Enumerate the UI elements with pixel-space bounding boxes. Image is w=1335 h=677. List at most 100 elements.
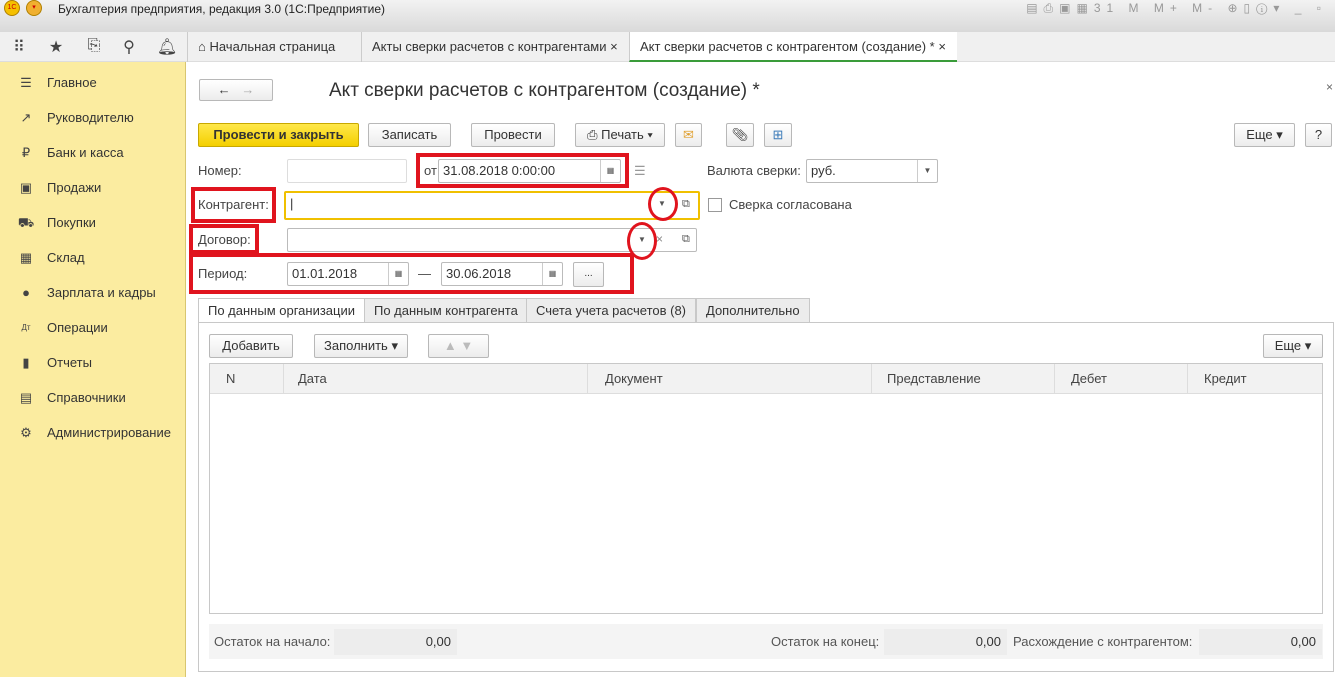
save-button[interactable]: Записать bbox=[368, 123, 451, 147]
open-icon[interactable]: ⧉ bbox=[682, 233, 690, 246]
forward-arrow-icon[interactable]: → bbox=[241, 82, 254, 97]
currency-value: руб. bbox=[811, 163, 836, 178]
subtab-accounts[interactable]: Счета учета расчетов (8) bbox=[526, 298, 697, 323]
column-date[interactable]: Дата bbox=[290, 364, 588, 394]
currency-select[interactable]: руб. ▼ bbox=[806, 159, 938, 183]
subtab-additional[interactable]: Дополнительно bbox=[696, 298, 810, 323]
data-table[interactable] bbox=[209, 363, 1323, 614]
list-icon[interactable]: ☰ bbox=[634, 163, 646, 179]
contract-label: Договор: bbox=[198, 232, 251, 247]
number-field[interactable] bbox=[287, 159, 407, 183]
post-and-close-button[interactable]: Провести и закрыть bbox=[198, 123, 359, 147]
tab-bar: ⠿ ★ ⎘ ⚲ 🔔︎ ⌂ Начальная страница Акты све… bbox=[0, 32, 1335, 62]
move-up-down-buttons[interactable]: ▲ ▼ bbox=[428, 334, 489, 358]
column-document[interactable]: Документ bbox=[597, 364, 872, 394]
help-button[interactable]: ? bbox=[1305, 123, 1332, 147]
period-to-field[interactable]: 30.06.2018 ▦ bbox=[441, 262, 563, 286]
tab-label: Начальная страница bbox=[209, 39, 336, 54]
email-icon[interactable]: ✉ bbox=[675, 123, 702, 147]
period-select-button[interactable]: ... bbox=[573, 262, 604, 287]
clear-icon[interactable]: × bbox=[656, 232, 663, 246]
column-n[interactable]: N bbox=[218, 364, 284, 394]
period-from-field[interactable]: 01.01.2018 ▦ bbox=[287, 262, 409, 286]
person-icon: ● bbox=[22, 285, 30, 300]
post-button[interactable]: Провести bbox=[471, 123, 555, 147]
close-form-icon[interactable]: × bbox=[1326, 80, 1333, 94]
grid-icon: ▦ bbox=[19, 250, 33, 265]
more-button[interactable]: Еще ▾ bbox=[1234, 123, 1295, 147]
calendar-icon[interactable]: ▦ bbox=[542, 263, 562, 285]
column-credit[interactable]: Кредит bbox=[1196, 364, 1322, 394]
end-balance-value: 0,00 bbox=[884, 629, 1007, 655]
discrepancy-label: Расхождение с контрагентом: bbox=[1013, 634, 1193, 649]
tab-home[interactable]: ⌂ Начальная страница bbox=[187, 32, 361, 62]
add-button[interactable]: Добавить bbox=[209, 334, 293, 358]
printer-icon: ⎙ bbox=[587, 127, 602, 142]
sidebar-item[interactable]: ⛟ Покупки bbox=[0, 208, 186, 238]
trend-icon: ↗ bbox=[20, 110, 32, 125]
tab-acts-list[interactable]: Акты сверки расчетов с контрагентами × bbox=[361, 32, 629, 62]
sidebar-item[interactable]: ● Зарплата и кадры bbox=[0, 278, 186, 308]
chevron-down-icon[interactable]: ▼ bbox=[917, 160, 937, 182]
dt-kt-icon: Дт bbox=[21, 323, 31, 332]
open-icon[interactable]: ⧉ bbox=[682, 198, 690, 211]
sidebar-item-label: Руководителю bbox=[47, 110, 134, 125]
more-label: Еще bbox=[1274, 338, 1302, 353]
back-forward-buttons[interactable]: ← → bbox=[199, 79, 273, 101]
sidebar-item-label: Склад bbox=[47, 250, 85, 265]
tab-label: Акт сверки расчетов с контрагентом (созд… bbox=[640, 39, 935, 54]
ruble-icon: ₽ bbox=[21, 145, 31, 160]
subtab-organization[interactable]: По данным организации bbox=[198, 298, 365, 323]
close-icon[interactable]: × bbox=[938, 39, 946, 54]
main-menu-icon[interactable]: ▾ bbox=[26, 0, 42, 16]
subtab-counterparty[interactable]: По данным контрагента bbox=[364, 298, 528, 323]
agreed-checkbox[interactable] bbox=[708, 198, 722, 212]
calendar-icon[interactable]: ▦ bbox=[388, 263, 408, 285]
bell-icon[interactable]: 🔔︎ bbox=[156, 37, 178, 57]
counterparty-field[interactable]: | bbox=[284, 191, 700, 220]
cart-icon: ⛟ bbox=[17, 215, 35, 230]
fill-label: Заполнить bbox=[324, 338, 388, 353]
highlight-circle bbox=[648, 187, 678, 221]
window-title: Бухгалтерия предприятия, редакция 3.0 (1… bbox=[58, 2, 386, 16]
print-label: Печать bbox=[601, 127, 644, 142]
app-logo-icon: 1С bbox=[4, 0, 20, 16]
column-representation[interactable]: Представление bbox=[879, 364, 1055, 394]
highlight-period bbox=[189, 253, 634, 294]
number-label: Номер: bbox=[198, 163, 242, 178]
window-tools-icon[interactable]: ▤⎙▣▦31 M M+ M- ⊕▯ⓘ▾ _ ▫ bbox=[1026, 1, 1327, 16]
sidebar-item[interactable]: ⚙ Администрирование bbox=[0, 418, 186, 448]
structure-icon[interactable]: ⊞ bbox=[764, 123, 792, 147]
apps-grid-icon[interactable]: ⠿ bbox=[8, 37, 30, 57]
back-arrow-icon[interactable]: ← bbox=[218, 82, 231, 97]
sidebar-item-label: Администрирование bbox=[47, 425, 171, 440]
sidebar-item[interactable]: ↗ Руководителю bbox=[0, 103, 186, 133]
sidebar-item[interactable]: ▣ Продажи bbox=[0, 173, 186, 203]
print-button[interactable]: ⎙ Печать ▾ bbox=[575, 123, 665, 147]
history-icon[interactable]: ⎘ bbox=[83, 37, 105, 57]
column-debit[interactable]: Дебет bbox=[1063, 364, 1188, 394]
date-value: 31.08.2018 0:00:00 bbox=[443, 163, 556, 178]
attachment-icon[interactable]: 📎︎ bbox=[726, 123, 754, 147]
sidebar-item[interactable]: ₽ Банк и касса bbox=[0, 138, 186, 168]
calendar-icon[interactable]: ▦ bbox=[600, 160, 620, 182]
search-icon[interactable]: ⚲ bbox=[118, 37, 140, 57]
arrow-up-icon[interactable]: ▲ bbox=[444, 338, 457, 353]
favorites-star-icon[interactable]: ★ bbox=[45, 37, 67, 57]
sidebar-item-label: Покупки bbox=[47, 215, 96, 230]
arrow-down-icon[interactable]: ▼ bbox=[460, 338, 473, 353]
close-icon[interactable]: × bbox=[610, 39, 618, 54]
fill-button[interactable]: Заполнить ▾ bbox=[314, 334, 408, 358]
sidebar-item[interactable]: ☰ Главное bbox=[0, 68, 186, 98]
sidebar-item[interactable]: ▮ Отчеты bbox=[0, 348, 186, 378]
sidebar-item[interactable]: ▤ Справочники bbox=[0, 383, 186, 413]
sidebar-item-label: Зарплата и кадры bbox=[47, 285, 156, 300]
sidebar-item[interactable]: ▦ Склад bbox=[0, 243, 186, 273]
page-title: Акт сверки расчетов с контрагентом (созд… bbox=[329, 80, 760, 101]
sidebar-item[interactable]: Дт Операции bbox=[0, 313, 186, 343]
agreed-label: Сверка согласована bbox=[729, 197, 852, 212]
date-field[interactable]: 31.08.2018 0:00:00 ▦ bbox=[438, 159, 621, 183]
sidebar-item-label: Главное bbox=[47, 75, 97, 90]
tab-act-create[interactable]: Акт сверки расчетов с контрагентом (созд… bbox=[629, 32, 957, 62]
table-more-button[interactable]: Еще ▾ bbox=[1263, 334, 1323, 358]
